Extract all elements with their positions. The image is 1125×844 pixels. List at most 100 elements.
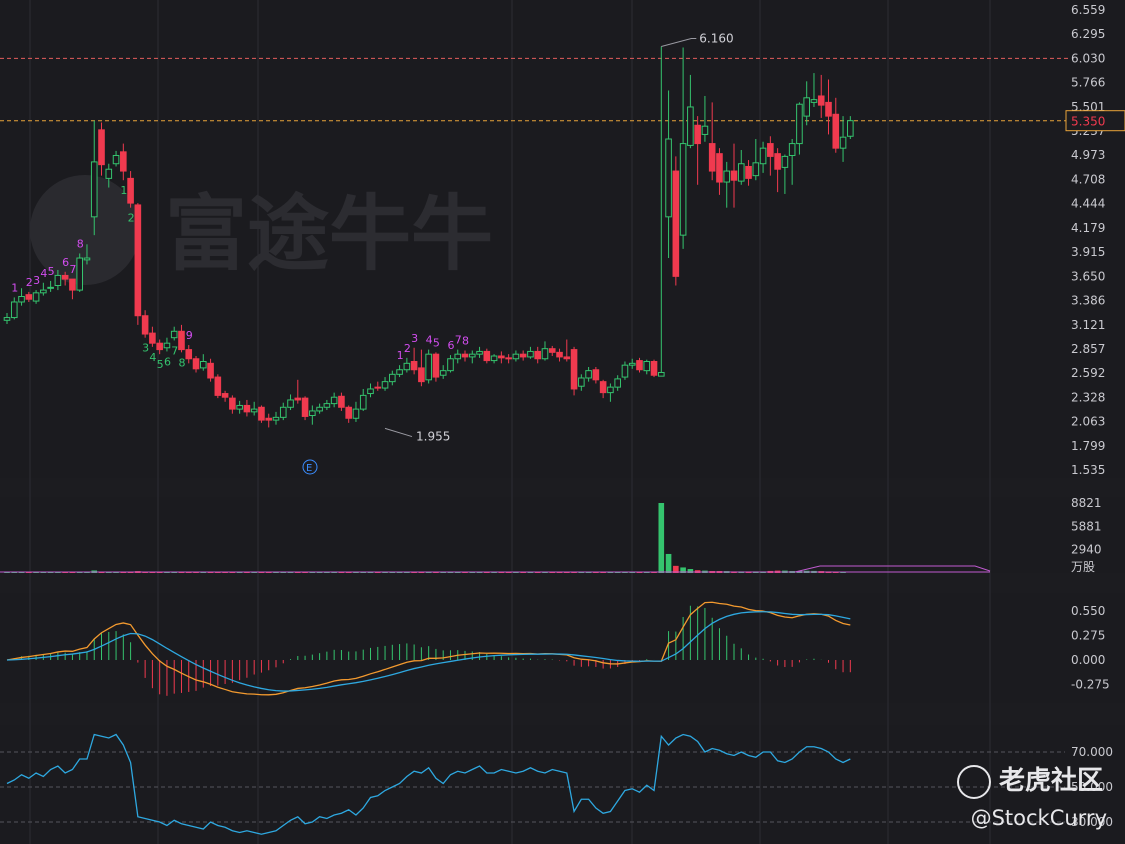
candle-body [519, 353, 527, 358]
candle-body [185, 349, 193, 360]
candle-body [309, 410, 316, 417]
candle-body [687, 106, 694, 146]
tiger-logo-icon [956, 764, 991, 799]
td-count-label: 2 [404, 342, 411, 355]
candle-body [839, 136, 847, 149]
td-count-label: 5 [433, 336, 440, 349]
candle-body [3, 317, 11, 321]
price-axis-tick: 1.799 [1071, 439, 1105, 453]
candle-body [788, 143, 796, 156]
price-axis-tick: 4.973 [1071, 148, 1105, 162]
price-axis-tick: 2.328 [1071, 390, 1105, 404]
candle-body [425, 353, 432, 381]
candle-body [199, 361, 207, 369]
td-count-label: 1 [11, 281, 18, 294]
high-annotation: 6.160 [699, 32, 733, 46]
candle-body [767, 143, 774, 157]
candle-body [723, 170, 731, 183]
td-count-label: 1 [397, 349, 404, 362]
candle-body [439, 370, 447, 376]
candle-body [18, 295, 25, 303]
candle-body [134, 204, 142, 317]
candle-body [796, 103, 803, 145]
td-count-label: 5 [48, 265, 55, 278]
candle-body [570, 349, 578, 390]
td-count-label: 8 [77, 237, 84, 250]
stock-chart[interactable]: 富途牛牛6.5596.2956.0305.7665.5015.2374.9734… [0, 0, 1125, 844]
candle-body [752, 162, 760, 177]
candle-body [149, 332, 156, 344]
price-axis-tick: 4.444 [1071, 197, 1105, 211]
candle-body [32, 292, 40, 302]
candle-body [563, 356, 571, 360]
price-axis-tick: 2.592 [1071, 366, 1105, 380]
volume-axis-tick: 2940 [1071, 543, 1102, 557]
candle-body [643, 361, 651, 372]
candle-body [658, 371, 665, 377]
candle-body [47, 286, 54, 289]
price-axis-tick: 1.535 [1071, 463, 1105, 477]
td-count-label: 3 [142, 342, 149, 355]
candle-body [25, 294, 33, 300]
candle-body [40, 289, 47, 294]
candle-body [178, 330, 185, 351]
td-count-label: 7 [171, 344, 178, 357]
candle-body [258, 406, 265, 421]
candle-body [825, 101, 832, 117]
price-axis-tick: 3.915 [1071, 245, 1105, 259]
candle-body [250, 408, 258, 413]
candle-body [585, 370, 592, 379]
candle-body [847, 120, 854, 137]
candle-body [832, 113, 840, 149]
candle-body [461, 353, 469, 358]
candle-body [272, 416, 280, 421]
watermark-brand: 老虎社区 [956, 760, 1103, 799]
candle-body [90, 161, 98, 218]
candle-body [287, 399, 294, 408]
candle-body [418, 367, 425, 383]
candle-body [352, 408, 360, 419]
candle-body [316, 406, 323, 412]
candle-body [708, 143, 716, 172]
candle-body [338, 395, 345, 408]
price-axis-tick: 6.295 [1071, 27, 1105, 41]
candle-body [294, 397, 302, 401]
candle-body [556, 351, 563, 358]
candle-body [490, 355, 498, 362]
candle-body [381, 381, 389, 389]
candle-body [112, 154, 120, 165]
candle-body [156, 342, 163, 351]
volume-axis-tick: 5881 [1071, 519, 1102, 533]
volume-ma-line-2 [794, 565, 991, 573]
candle-body [476, 350, 483, 355]
td-count-label: 8 [462, 335, 469, 348]
candle-body [716, 153, 723, 183]
candle-body [69, 278, 76, 291]
candle-body [468, 353, 476, 358]
candle-body [127, 177, 134, 204]
candle-body [403, 362, 411, 371]
candle-body [599, 381, 607, 394]
td-count-label: 4 [149, 351, 156, 364]
candle-body [120, 151, 127, 172]
td-count-label: 3 [411, 332, 418, 345]
candle-body [679, 143, 687, 236]
td-count-label: 6 [62, 256, 69, 269]
volume-axis-tick: 8821 [1071, 496, 1102, 510]
rsi-line [6, 733, 851, 835]
candle-body [483, 350, 491, 362]
candle-body [454, 353, 462, 360]
candle-body [592, 369, 600, 381]
td-count-label: 4 [426, 334, 433, 347]
candle-body [170, 330, 178, 339]
td-count-label: 8 [178, 356, 185, 369]
candle-body [578, 377, 585, 387]
candle-body [621, 364, 629, 378]
candle-body [512, 353, 520, 360]
candle-body [628, 362, 636, 366]
macd-axis-tick: -0.275 [1071, 678, 1110, 692]
candle-body [323, 403, 331, 408]
td-count-label: 2 [26, 276, 33, 289]
candle-body [737, 163, 745, 182]
candle-body [345, 406, 352, 419]
